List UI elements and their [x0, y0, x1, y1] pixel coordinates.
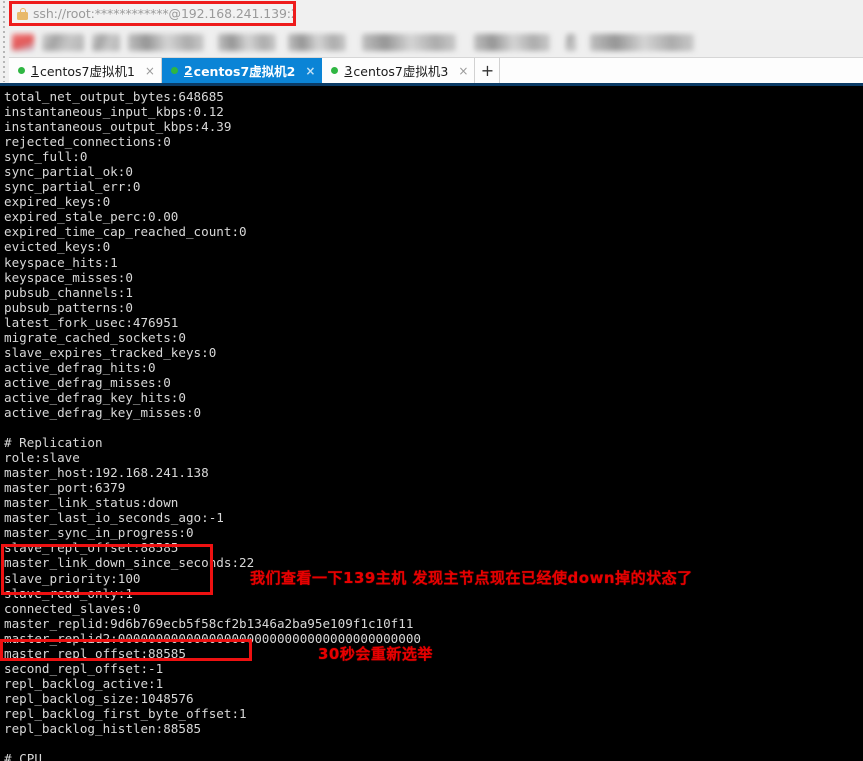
terminal-line: repl_backlog_first_byte_offset:1 — [4, 705, 247, 721]
terminal-line: expired_stale_perc:0.00 — [4, 209, 179, 225]
terminal-line: active_defrag_key_hits:0 — [4, 389, 186, 405]
terminal-line: master_last_io_seconds_ago:-1 — [4, 510, 224, 526]
ssh-client-window: ssh://root:************@192.168.241.139:… — [0, 0, 863, 761]
terminal-line: master_repl_offset:88585 — [4, 645, 186, 661]
terminal-line: active_defrag_hits:0 — [4, 359, 156, 375]
terminal-line: sync_partial_err:0 — [4, 179, 141, 195]
terminal-line: migrate_cached_sockets:0 — [4, 329, 186, 345]
terminal-line: total_net_output_bytes:648685 — [4, 89, 224, 104]
terminal-line: rejected_connections:0 — [4, 134, 171, 150]
terminal-line: master_sync_in_progress:0 — [4, 525, 194, 541]
window-grip-rail — [0, 0, 9, 82]
toolbar-icon-blurred-1[interactable] — [12, 34, 34, 51]
terminal-line: # CPU — [4, 751, 42, 761]
tab-strip-filler — [500, 58, 863, 83]
terminal-line: repl_backlog_histlen:88585 — [4, 720, 202, 736]
terminal-line: sync_full:0 — [4, 149, 88, 165]
toolbar-icon-blurred-3[interactable] — [92, 34, 120, 51]
terminal-line: connected_slaves:0 — [4, 600, 141, 616]
terminal-line: slave_expires_tracked_keys:0 — [4, 344, 217, 360]
toolbar-icon-blurred-7[interactable] — [362, 34, 456, 51]
toolbar-icon-blurred-4[interactable] — [128, 34, 204, 51]
close-icon[interactable]: × — [305, 65, 315, 77]
toolbar-icon-blurred-2[interactable] — [42, 34, 84, 51]
tab-centos7-vm-3[interactable]: 3 centos7虚拟机3 × — [322, 58, 476, 83]
tab-centos7-vm-2[interactable]: 2 centos7虚拟机2 × — [161, 58, 323, 83]
tab-index: 2 — [183, 63, 193, 78]
address-bar-row: ssh://root:************@192.168.241.139:… — [0, 0, 863, 30]
new-tab-button[interactable]: + — [475, 58, 501, 83]
lock-icon — [17, 8, 28, 20]
terminal-line: instantaneous_output_kbps:4.39 — [4, 119, 232, 135]
terminal-line: instantaneous_input_kbps:0.12 — [4, 104, 224, 120]
terminal-line: master_replid:9d6b769ecb5f58cf2b1346a2ba… — [4, 615, 414, 631]
connection-status-icon — [331, 67, 339, 74]
toolbar-icon-blurred-6[interactable] — [288, 34, 346, 51]
connection-status-icon — [170, 67, 178, 74]
terminal-line: repl_backlog_size:1048576 — [4, 690, 194, 706]
close-icon[interactable]: × — [145, 65, 155, 77]
terminal-line: second_repl_offset:-1 — [4, 660, 164, 676]
terminal-line: master_replid2:0000000000000000000000000… — [4, 630, 422, 646]
tab-strip: 1 centos7虚拟机1 × 2 centos7虚拟机2 × 3 centos… — [0, 58, 863, 86]
terminal-line: latest_fork_usec:476951 — [4, 314, 179, 330]
toolbar-icon-blurred-9[interactable] — [566, 34, 576, 51]
terminal-line: # Replication — [4, 435, 103, 451]
terminal-pane[interactable]: total_net_output_bytes:648685 instantaneo… — [0, 86, 863, 761]
toolbar-icon-blurred-10[interactable] — [590, 34, 694, 51]
terminal-line: pubsub_channels:1 — [4, 284, 133, 300]
tab-label: centos7虚拟机3 — [353, 64, 449, 79]
terminal-line: evicted_keys:0 — [4, 239, 111, 255]
annotation-reelect: 30秒会重新选举 — [318, 645, 433, 663]
terminal-line: keyspace_hits:1 — [4, 254, 118, 270]
terminal-line: active_defrag_key_misses:0 — [4, 404, 202, 420]
terminal-line: active_defrag_misses:0 — [4, 374, 171, 390]
terminal-line: expired_time_cap_reached_count:0 — [4, 224, 247, 240]
tab-index: 1 — [31, 63, 39, 78]
terminal-line: keyspace_misses:0 — [4, 269, 133, 285]
tab-label: centos7虚拟机2 — [193, 64, 296, 79]
tab-label: centos7虚拟机1 — [39, 64, 135, 79]
terminal-line: master_link_status:down — [4, 495, 179, 511]
connection-status-icon — [18, 67, 25, 74]
terminal-line: sync_partial_ok:0 — [4, 164, 133, 180]
terminal-line: master_port:6379 — [4, 480, 126, 496]
toolbar-row[interactable] — [0, 30, 863, 58]
tab-centos7-vm-1[interactable]: 1 centos7虚拟机1 × — [9, 58, 162, 83]
ssh-url-text: ssh://root:************@192.168.241.139:… — [33, 6, 293, 21]
close-icon[interactable]: × — [458, 65, 468, 77]
terminal-output: total_net_output_bytes:648685 instantaneo… — [4, 89, 863, 761]
tab-index: 3 — [344, 63, 353, 78]
terminal-line: slave_repl_offset:88585 — [4, 540, 179, 556]
ssh-url-field[interactable]: ssh://root:************@192.168.241.139:… — [9, 1, 296, 26]
terminal-line: expired_keys:0 — [4, 194, 111, 210]
terminal-line: repl_backlog_active:1 — [4, 675, 164, 691]
toolbar-icon-blurred-8[interactable] — [474, 34, 550, 51]
toolbar-icon-blurred-5[interactable] — [218, 34, 276, 51]
annotation-master-down: 我们查看一下139主机 发现主节点现在已经使down掉的状态了 — [250, 569, 693, 587]
terminal-line: pubsub_patterns:0 — [4, 299, 133, 315]
terminal-line: master_host:192.168.241.138 — [4, 465, 209, 481]
terminal-line: role:slave — [4, 450, 80, 466]
